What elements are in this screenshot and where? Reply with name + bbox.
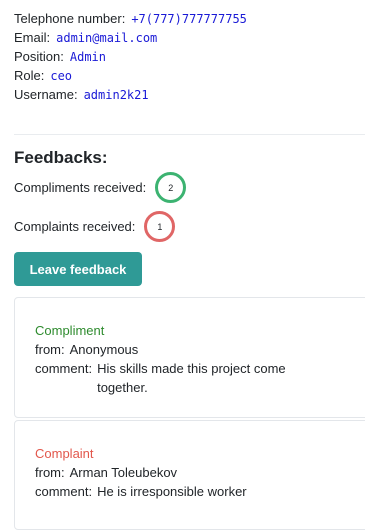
role-value: ceo: [50, 69, 73, 83]
compliments-count-badge: 2: [155, 172, 187, 203]
position-row: Position: Admin: [14, 47, 247, 66]
profile-info: Telephone number: +7(777)777777755 Email:…: [14, 9, 247, 104]
email-value: admin@mail.com: [56, 31, 158, 45]
feedback-comment-row: comment: He is irresponsible worker: [35, 482, 353, 501]
username-row: Username: admin2k21: [14, 85, 247, 104]
comment-value: His skills made this project come togeth…: [97, 361, 286, 395]
telephone-value: +7(777)777777755: [131, 12, 247, 26]
telephone-row: Telephone number: +7(777)777777755: [14, 9, 247, 28]
from-value: Anonymous: [69, 342, 139, 357]
feedback-comment-row: comment: His skills made this project co…: [35, 359, 353, 397]
section-divider: [14, 134, 365, 135]
feedback-from-row: from: Anonymous: [35, 340, 353, 359]
leave-feedback-button[interactable]: Leave feedback: [14, 252, 142, 286]
role-row: Role: ceo: [14, 66, 247, 85]
feedback-from-row: from: Arman Toleubekov: [35, 463, 353, 482]
comment-label: comment:: [35, 361, 93, 376]
compliments-label: Compliments received:: [14, 180, 147, 195]
comment-label: comment:: [35, 484, 93, 499]
complaints-row: Complaints received: 1: [14, 211, 176, 242]
role-label: Role:: [14, 68, 45, 83]
telephone-label: Telephone number:: [14, 11, 126, 26]
username-value: admin2k21: [83, 88, 149, 102]
email-row: Email: admin@mail.com: [14, 28, 247, 47]
feedback-type: Complaint: [35, 446, 94, 461]
from-label: from:: [35, 342, 65, 357]
from-label: from:: [35, 465, 65, 480]
email-label: Email:: [14, 30, 51, 45]
position-label: Position:: [14, 49, 64, 64]
feedback-card-complaint: Complaint from: Arman Toleubekov comment…: [14, 420, 365, 530]
complaints-label: Complaints received:: [14, 219, 136, 234]
from-value: Arman Toleubekov: [69, 465, 178, 480]
feedback-type: Compliment: [35, 323, 105, 338]
position-value: Admin: [69, 50, 106, 64]
feedback-card-compliment: Compliment from: Anonymous comment: His …: [14, 297, 365, 418]
feedbacks-title: Feedbacks:: [14, 148, 108, 167]
complaints-count-badge: 1: [144, 211, 176, 242]
compliments-row: Compliments received: 2: [14, 172, 187, 203]
comment-value: He is irresponsible worker: [97, 484, 247, 499]
username-label: Username:: [14, 87, 78, 102]
